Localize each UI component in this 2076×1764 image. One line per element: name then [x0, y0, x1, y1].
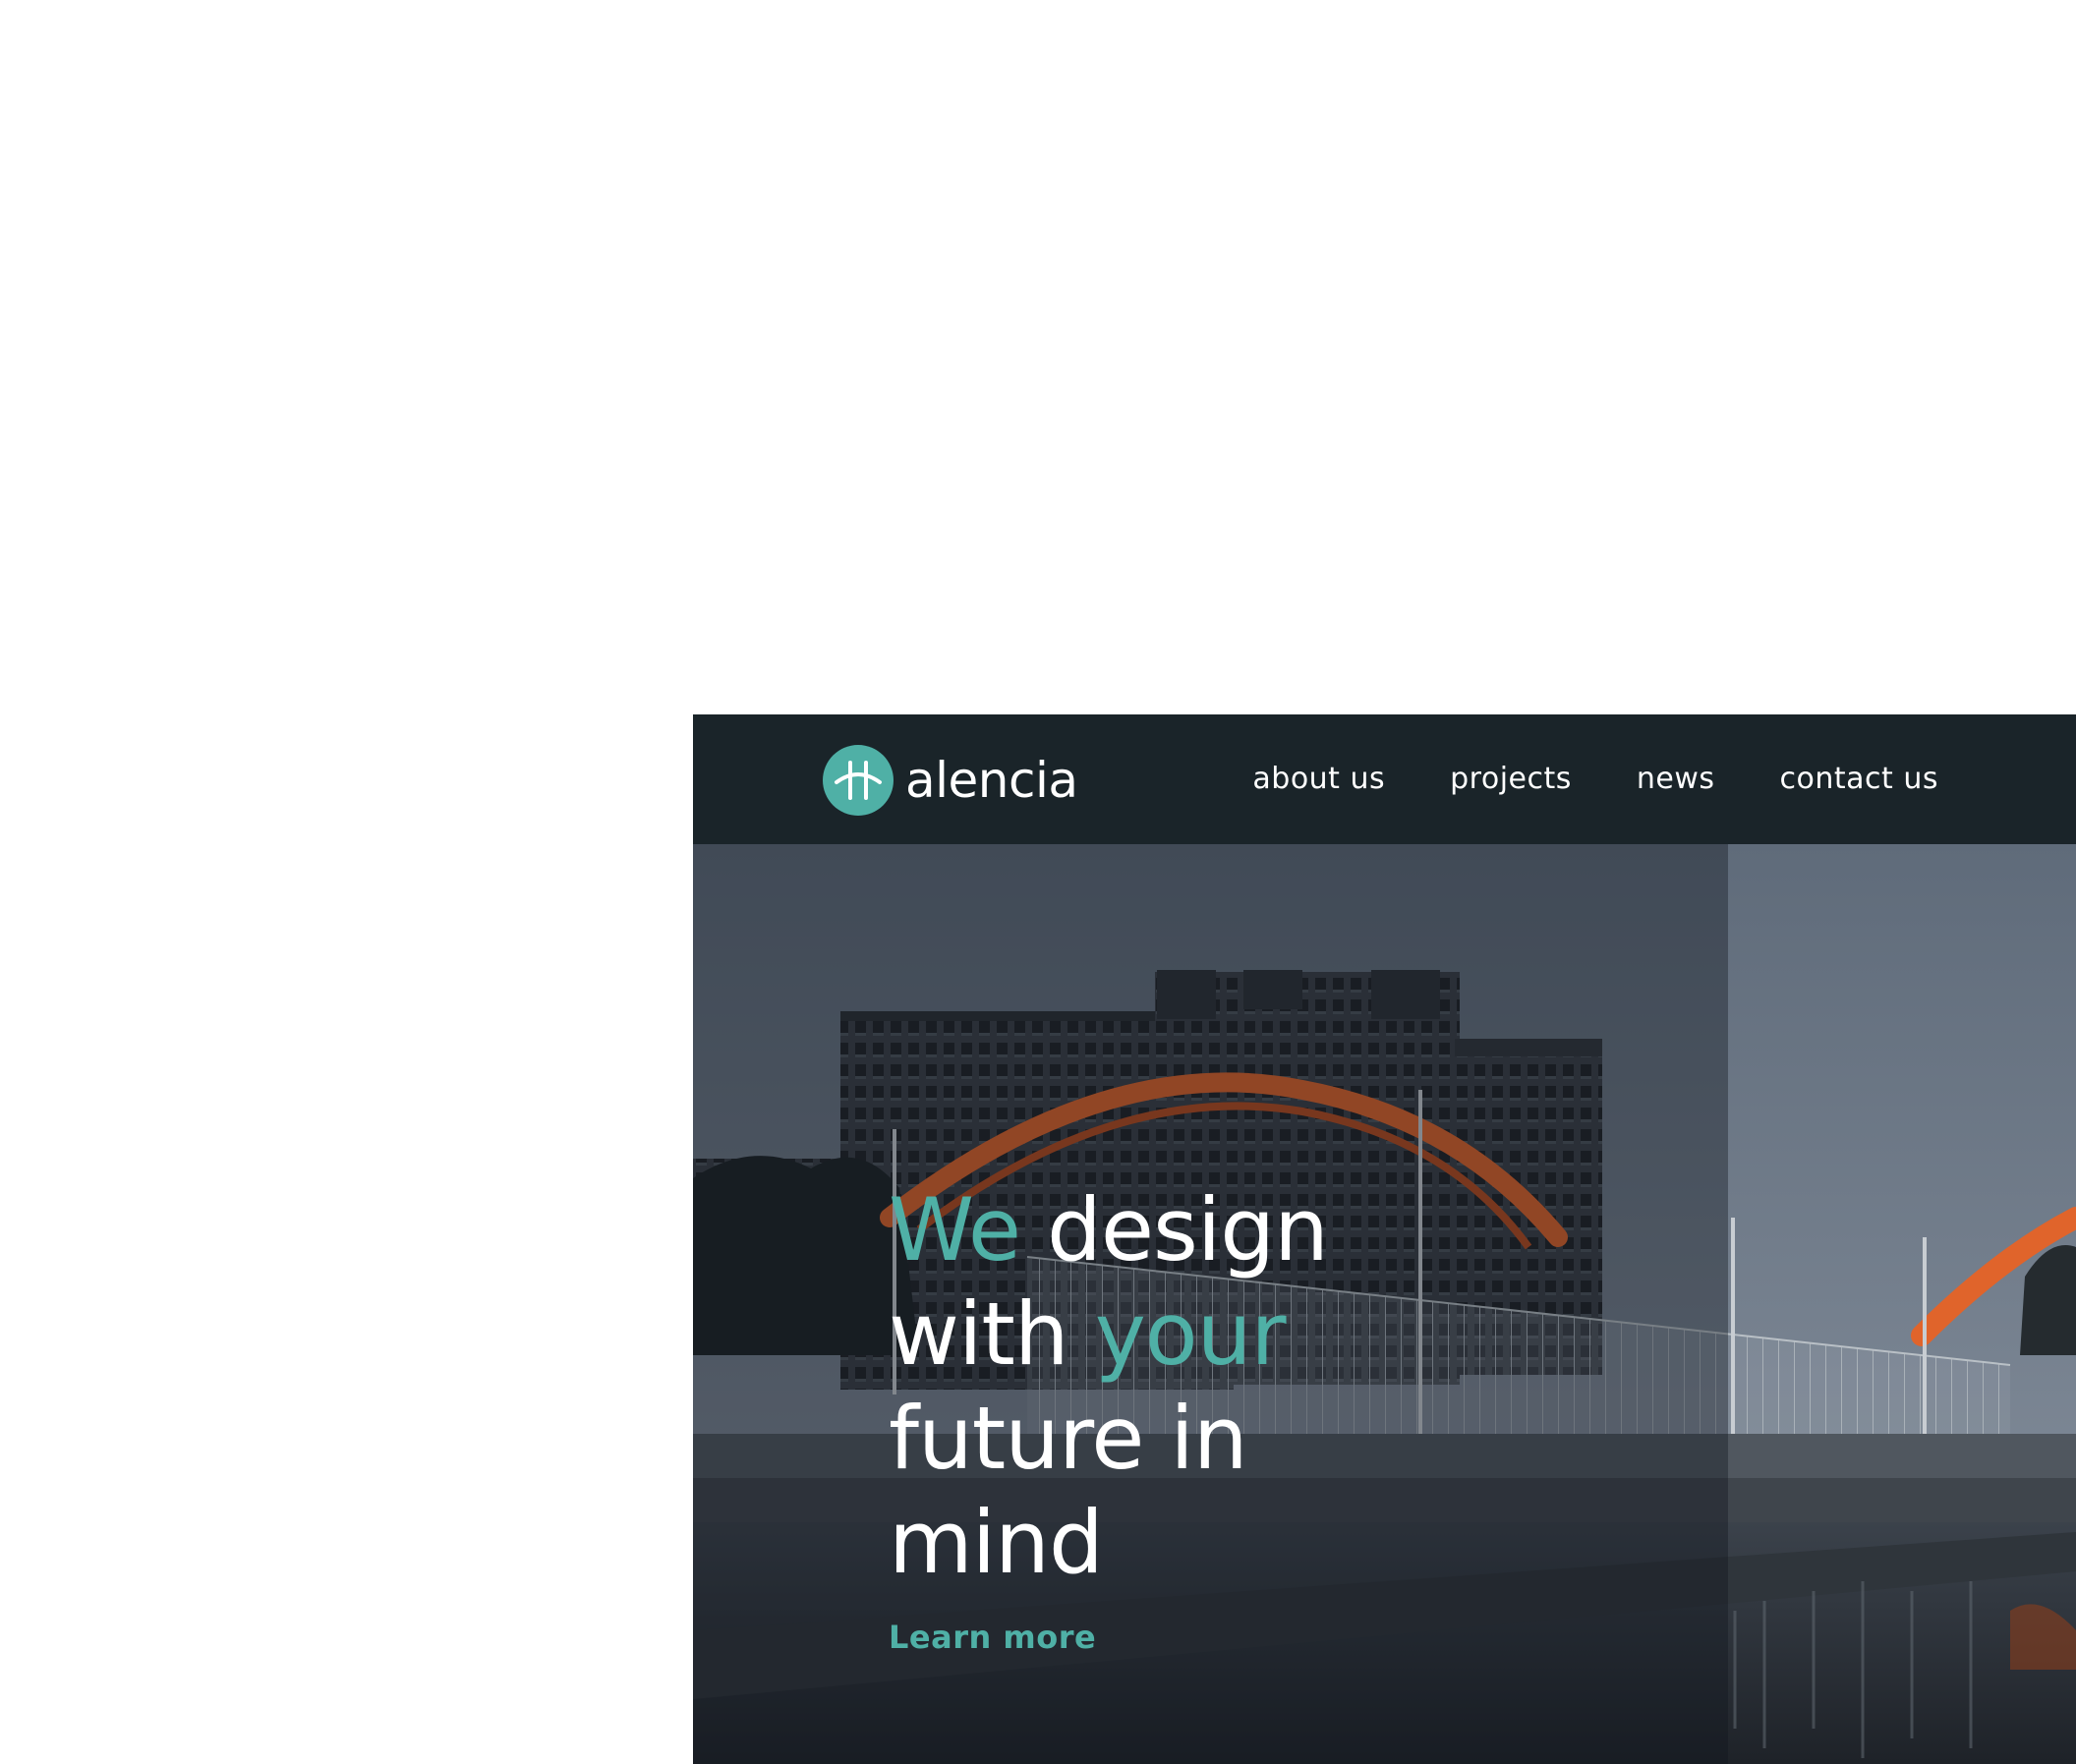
learn-more-link[interactable]: Learn more — [889, 1619, 1096, 1656]
nav-news[interactable]: news — [1637, 756, 1715, 803]
main-nav: about us projects news contact us — [1252, 756, 1938, 803]
alencia-logo-icon — [823, 745, 894, 816]
nav-projects[interactable]: projects — [1450, 756, 1572, 803]
nav-about-us[interactable]: about us — [1252, 756, 1385, 803]
top-navigation-bar: alencia about us projects news contact u… — [693, 714, 2076, 844]
headline-line-future-in: future in — [889, 1388, 1248, 1489]
headline-word-with: with — [889, 1283, 1069, 1385]
nav-contact-us[interactable]: contact us — [1780, 756, 1938, 803]
website-frame: alencia about us projects news contact u… — [693, 714, 2076, 1764]
hero-headline: We design with your future in mind — [889, 1178, 1329, 1595]
headline-word-design: design — [1046, 1179, 1329, 1280]
headline-word-we: We — [889, 1179, 1021, 1280]
hero-section: We design with your future in mind Learn… — [693, 844, 2076, 1764]
headline-word-your: your — [1094, 1283, 1287, 1385]
brand-name: alencia — [905, 752, 1078, 809]
headline-word-mind: mind — [889, 1492, 1104, 1593]
brand-logo[interactable]: alencia — [823, 745, 1078, 816]
